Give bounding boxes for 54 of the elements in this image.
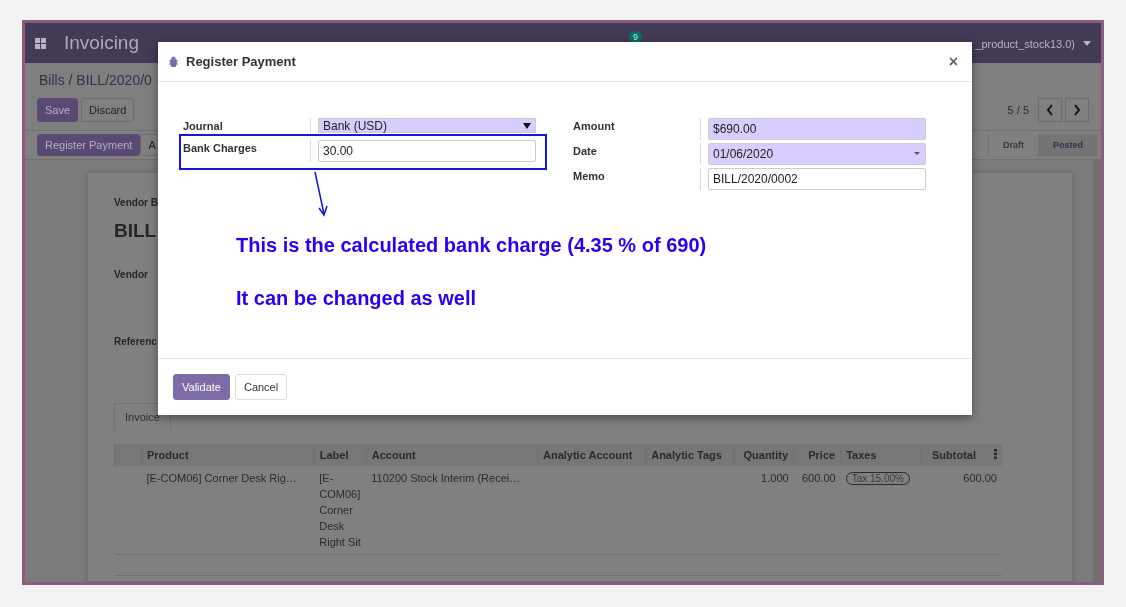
action-button[interactable]: Register Payment: [37, 134, 141, 156]
column-header[interactable]: Account: [366, 444, 538, 466]
status-step[interactable]: Posted: [1038, 134, 1097, 156]
column-header[interactable]: Analytic Account: [537, 444, 646, 466]
scrollbar[interactable]: [1093, 160, 1101, 582]
table-cell: 110200 Stock Interim (Recei…: [366, 466, 538, 555]
caret-icon: [1083, 41, 1091, 46]
chevron-left-icon: [1046, 104, 1054, 116]
status-step[interactable]: Draft: [987, 134, 1038, 156]
dialog-title: Register Payment: [186, 54, 296, 69]
annotation-text: This is the calculated bank charge (4.35 % of 690): [236, 234, 707, 257]
date-field[interactable]: 01/06/2020: [708, 143, 926, 165]
pager-counter: 5 / 5: [1007, 104, 1029, 116]
field-label: Amount: [573, 119, 616, 134]
table-cell: [E-COM06] Corner Desk Rig…: [141, 466, 315, 555]
column-header[interactable]: Analytic Tags: [645, 444, 734, 466]
input-field[interactable]: 30.00: [318, 140, 536, 162]
select-field[interactable]: Bank (USD): [318, 118, 536, 133]
table-cell: 600.00: [920, 466, 1002, 555]
document-type: Vendor B: [114, 197, 158, 208]
caret-icon: [913, 151, 921, 157]
message-count-badge: 9: [629, 31, 642, 43]
field-label: Vendor: [114, 269, 148, 280]
field-label: Date: [573, 144, 598, 159]
next-button[interactable]: [1065, 98, 1089, 122]
close-button[interactable]: ×: [944, 52, 962, 71]
table-cell: 1.000: [733, 466, 794, 555]
apps-icon[interactable]: [35, 37, 46, 49]
input-field[interactable]: $690.00: [708, 118, 926, 140]
column-header[interactable]: Taxes: [840, 444, 921, 466]
column-header[interactable]: Subtotal: [920, 444, 1002, 466]
table-cell: 600.00: [793, 466, 841, 555]
bill-title: BILL: [114, 220, 157, 242]
column-header[interactable]: Product: [141, 444, 315, 466]
column-header[interactable]: Label: [314, 444, 367, 466]
breadcrumb[interactable]: Bills / BILL/2020/0: [39, 72, 152, 88]
app-title: Invoicing: [64, 32, 139, 54]
field-label: Bank Charges: [183, 141, 258, 156]
chevron-right-icon: [1073, 104, 1081, 116]
edit-button[interactable]: Save: [37, 98, 79, 122]
previous-button[interactable]: [1038, 98, 1062, 122]
field-label: Memo: [573, 169, 606, 184]
annotation-text: It can be changed as well: [236, 287, 477, 310]
column-header[interactable]: Quantity: [733, 444, 794, 466]
input-field[interactable]: BILL/2020/0002: [708, 168, 926, 190]
dialog-button[interactable]: Cancel: [234, 374, 288, 400]
user-menu[interactable]: _product_stock13.0): [975, 37, 1091, 50]
column-header[interactable]: Price: [793, 444, 841, 466]
table-cell: [E-COM06] Corner Desk Right Sit: [314, 466, 367, 555]
kebab-icon[interactable]: [994, 449, 997, 459]
field-label: Journal: [183, 119, 224, 133]
edit-button[interactable]: Discard: [81, 98, 135, 122]
dialog-button[interactable]: Validate: [173, 374, 230, 400]
field-label: Referenc: [114, 336, 157, 347]
